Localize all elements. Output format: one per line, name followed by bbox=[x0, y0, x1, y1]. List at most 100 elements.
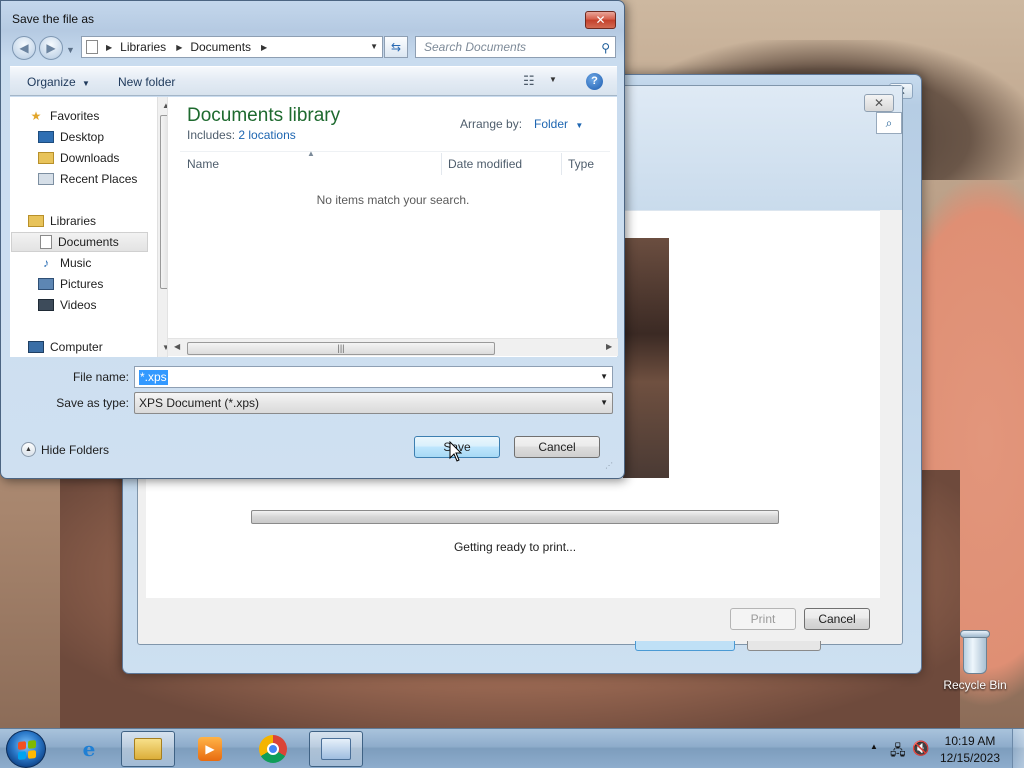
arrange-by-dropdown[interactable]: Folder ▼ bbox=[534, 117, 583, 131]
search-placeholder: Search Documents bbox=[424, 40, 527, 54]
preview-image bbox=[623, 238, 669, 478]
print-status-text: Getting ready to print... bbox=[453, 540, 577, 554]
show-desktop-button[interactable] bbox=[1012, 729, 1024, 768]
horizontal-scroll-thumb[interactable]: ||| bbox=[187, 342, 495, 355]
libraries-folder-icon bbox=[28, 215, 44, 227]
taskbar-internet-explorer[interactable]: e bbox=[62, 731, 116, 767]
close-button[interactable]: ✕ bbox=[585, 11, 616, 29]
nav-videos[interactable]: Videos bbox=[38, 295, 96, 315]
taskbar-chrome[interactable] bbox=[246, 731, 300, 767]
search-icon[interactable]: ⌕ bbox=[876, 112, 902, 134]
nav-libraries[interactable]: Libraries bbox=[28, 211, 96, 231]
hide-folders-button[interactable]: ▲ Hide Folders bbox=[21, 442, 109, 457]
file-name-input[interactable]: *.xps ▼ bbox=[134, 366, 613, 388]
breadcrumb-documents[interactable]: Documents bbox=[186, 40, 257, 54]
library-includes: Includes: 2 locations bbox=[187, 128, 296, 142]
taskbar-print-job[interactable] bbox=[309, 731, 363, 767]
network-icon[interactable]: 🖧 bbox=[890, 740, 906, 764]
documents-icon bbox=[40, 235, 52, 249]
breadcrumb-libraries[interactable]: Libraries bbox=[116, 40, 172, 54]
nav-documents[interactable]: Documents bbox=[11, 232, 148, 252]
nav-desktop[interactable]: Desktop bbox=[38, 127, 104, 147]
help-icon[interactable]: ? bbox=[586, 73, 603, 90]
locations-link[interactable]: 2 locations bbox=[238, 128, 295, 142]
recycle-bin-icon bbox=[960, 630, 990, 674]
cancel-button[interactable]: Cancel bbox=[514, 436, 600, 458]
address-bar[interactable]: ▶ Libraries ▶ Documents ▶ ▼ bbox=[81, 36, 383, 58]
chevron-down-icon: ▼ bbox=[575, 121, 584, 130]
refresh-button[interactable]: ⇆ bbox=[384, 36, 408, 58]
pictures-icon bbox=[38, 278, 54, 290]
breadcrumb-separator-icon[interactable]: ▶ bbox=[172, 43, 186, 52]
chevron-down-icon[interactable]: ▼ bbox=[549, 75, 557, 84]
back-arrow-icon: ◀ bbox=[19, 41, 29, 55]
internet-explorer-icon: e bbox=[82, 737, 96, 761]
nav-downloads[interactable]: Downloads bbox=[38, 148, 119, 168]
print-progress-bar bbox=[251, 510, 779, 524]
system-tray: ▲ 🖧 🔇 10:19 AM 12/15/2023 bbox=[868, 729, 1024, 768]
breadcrumb-separator-icon[interactable]: ▶ bbox=[257, 43, 271, 52]
new-folder-button[interactable]: New folder bbox=[118, 75, 175, 89]
organize-button[interactable]: Organize ▼ bbox=[27, 75, 90, 89]
chevron-up-icon: ▲ bbox=[21, 442, 36, 457]
downloads-folder-icon bbox=[38, 152, 54, 164]
forward-button[interactable]: ▶ bbox=[39, 36, 63, 60]
chevron-down-icon: ▼ bbox=[82, 79, 90, 88]
desktop-icon bbox=[38, 131, 54, 143]
back-button[interactable]: ◀ bbox=[12, 36, 36, 60]
file-name-label: File name: bbox=[72, 370, 129, 384]
clock-time[interactable]: 10:19 AM bbox=[930, 734, 1010, 748]
recent-places-icon bbox=[38, 173, 54, 185]
taskbar-media-player[interactable]: ▶ bbox=[183, 731, 237, 767]
chevron-down-icon[interactable]: ▼ bbox=[600, 372, 608, 381]
nav-pictures[interactable]: Pictures bbox=[38, 274, 103, 294]
chrome-icon bbox=[259, 735, 287, 763]
refresh-icon: ⇆ bbox=[390, 40, 402, 54]
column-header-name[interactable]: Name bbox=[187, 157, 219, 171]
dialog-title: Save the file as bbox=[12, 12, 95, 26]
taskbar-windows-explorer[interactable] bbox=[121, 731, 175, 767]
nav-favorites[interactable]: ★ Favorites bbox=[28, 106, 100, 126]
print-cancel-button[interactable]: Cancel bbox=[804, 608, 870, 630]
navigation-pane: ★ Favorites Desktop Downloads Recent Pla… bbox=[10, 97, 174, 357]
star-icon: ★ bbox=[30, 109, 42, 123]
horizontal-scrollbar[interactable]: ◀ ||| ▶ bbox=[168, 338, 618, 356]
scroll-left-icon[interactable]: ◀ bbox=[174, 342, 180, 351]
media-player-icon: ▶ bbox=[198, 737, 222, 761]
printer-window-icon bbox=[321, 738, 351, 760]
sort-ascending-icon: ▲ bbox=[307, 149, 315, 158]
recycle-bin-label: Recycle Bin bbox=[943, 678, 1007, 692]
library-title: Documents library bbox=[187, 105, 341, 126]
column-header-date-modified[interactable]: Date modified bbox=[448, 157, 522, 171]
taskbar: e ▶ ▲ 🖧 🔇 10:19 AM 12/15/2023 bbox=[0, 728, 1024, 768]
file-list-pane: Documents library Includes: 2 locations … bbox=[167, 97, 618, 357]
view-options-icon[interactable]: ☷ bbox=[523, 73, 535, 89]
recent-locations-dropdown[interactable]: ▼ bbox=[66, 45, 76, 55]
print-inner-close-button[interactable]: ✕ bbox=[864, 94, 894, 112]
save-as-type-label: Save as type: bbox=[56, 396, 129, 410]
clock-date[interactable]: 12/15/2023 bbox=[930, 751, 1010, 765]
breadcrumb-separator-icon[interactable]: ▶ bbox=[102, 43, 116, 52]
scroll-right-icon[interactable]: ▶ bbox=[606, 342, 612, 351]
column-divider[interactable] bbox=[441, 153, 442, 175]
volume-muted-icon[interactable]: 🔇 bbox=[912, 740, 929, 757]
search-icon[interactable]: ⚲ bbox=[601, 38, 610, 58]
hidden-primary-button bbox=[635, 641, 735, 651]
music-note-icon: ♪ bbox=[43, 256, 49, 270]
nav-computer[interactable]: Computer bbox=[28, 337, 103, 357]
nav-music[interactable]: ♪ Music bbox=[38, 253, 91, 273]
print-button[interactable]: Print bbox=[730, 608, 796, 630]
start-button[interactable] bbox=[6, 730, 46, 768]
recycle-bin-shortcut[interactable]: Recycle Bin bbox=[938, 630, 1012, 692]
save-as-type-select[interactable]: XPS Document (*.xps) ▼ bbox=[134, 392, 613, 414]
empty-list-message: No items match your search. bbox=[316, 193, 470, 207]
chevron-down-icon: ▼ bbox=[600, 398, 608, 407]
resize-grip-icon[interactable]: ⋰ bbox=[605, 462, 615, 474]
show-hidden-icons-icon[interactable]: ▲ bbox=[870, 742, 878, 751]
column-divider[interactable] bbox=[561, 153, 562, 175]
column-header-type[interactable]: Type bbox=[568, 157, 594, 171]
film-icon bbox=[38, 299, 54, 311]
chevron-down-icon[interactable]: ▼ bbox=[370, 42, 378, 51]
nav-recent-places[interactable]: Recent Places bbox=[38, 169, 137, 189]
search-input[interactable]: Search Documents ⚲ bbox=[415, 36, 616, 58]
